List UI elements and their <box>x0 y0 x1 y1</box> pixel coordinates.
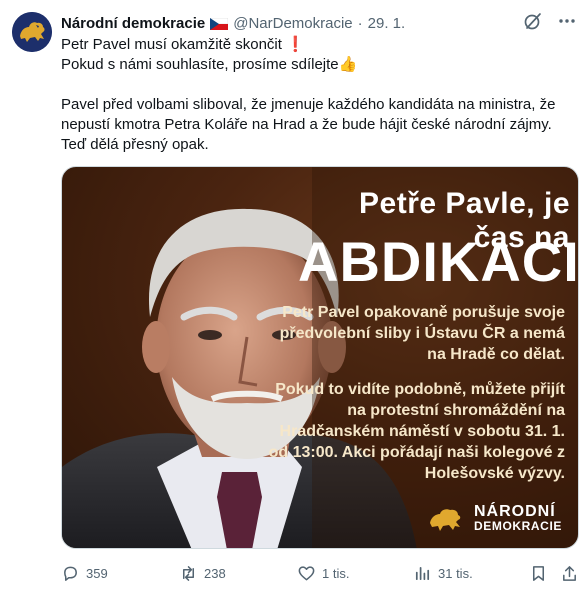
views-count: 31 tis. <box>438 565 473 581</box>
czech-flag-icon <box>209 17 229 30</box>
media-paragraph-1: Petr Pavel opakovaně porušuje svoje před… <box>279 304 565 363</box>
tweet-actions: 359 238 1 tis. 31 tis. <box>61 563 579 583</box>
logo-line-1: NÁRODNÍ <box>473 503 556 520</box>
tweet-header: Národní demokracie @NarDemokracie · 29. … <box>61 13 405 33</box>
tweet-paragraph: Pavel před volbami sliboval, že jmenuje … <box>61 96 556 153</box>
display-name[interactable]: Národní demokracie <box>61 15 205 32</box>
repost-icon <box>182 565 195 581</box>
lion-logo-icon <box>429 509 461 531</box>
tweet-line-1: Petr Pavel musí okamžitě skončit ❗ <box>61 36 305 53</box>
views-icon <box>415 566 430 580</box>
reply-icon <box>64 566 77 581</box>
tweet-text: Petr Pavel musí okamžitě skončit ❗ Pokud… <box>61 35 576 155</box>
reply-button[interactable]: 359 <box>61 563 108 583</box>
share-icon <box>563 565 576 581</box>
media-image[interactable]: Petře Pavle, je čas na ABDIKACI! Petr Pa… <box>61 166 579 549</box>
bookmark-icon <box>532 565 545 581</box>
timestamp[interactable]: 29. 1. <box>368 15 406 32</box>
handle[interactable]: @NarDemokracie <box>233 15 352 32</box>
separator-dot: · <box>357 14 363 32</box>
avatar-lion-icon <box>12 12 52 52</box>
logo-line-2: DEMOKRACIE <box>473 519 562 533</box>
like-button[interactable]: 1 tis. <box>297 563 349 583</box>
tweet-line-2: Pokud s námi souhlasíte, prosíme sdílejt… <box>61 56 358 73</box>
logo: NÁRODNÍ DEMOKRACIE <box>428 504 562 534</box>
more-icon[interactable] <box>556 10 578 32</box>
share-button[interactable] <box>560 563 585 583</box>
avatar[interactable] <box>12 12 52 52</box>
media-headline-2: ABDIKACI! <box>298 230 579 293</box>
bookmark-button[interactable] <box>529 563 554 583</box>
tweet[interactable]: Národní demokracie @NarDemokracie · 29. … <box>0 0 588 594</box>
like-icon <box>298 565 315 580</box>
tweet-top-actions <box>522 10 578 32</box>
media-paragraph-2: Pokud to vidíte podobně, můžete přijít n… <box>268 381 565 482</box>
repost-button[interactable]: 238 <box>179 563 226 583</box>
repost-count: 238 <box>204 565 226 581</box>
views-button[interactable]: 31 tis. <box>413 563 473 583</box>
reply-count: 359 <box>86 565 108 581</box>
grok-icon[interactable] <box>522 10 544 32</box>
like-count: 1 tis. <box>322 565 350 581</box>
